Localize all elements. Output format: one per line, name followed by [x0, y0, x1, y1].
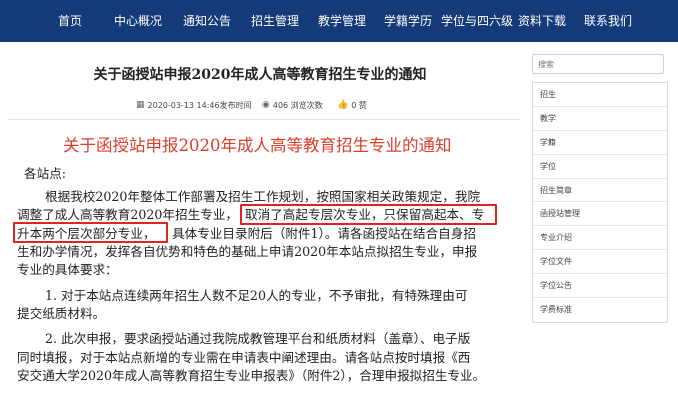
nav-item-center-overview[interactable]: 中心概况 [114, 0, 162, 42]
nav-item-notices[interactable]: 通知公告 [183, 0, 231, 42]
highlight-box [13, 222, 168, 243]
document-line: 同时填报，对于本站点新增的专业需在申请表中阐述理由。请各站点按时填报《西 [17, 350, 471, 365]
publish-date-text: 2020-03-13 14:46发布时间 [147, 100, 252, 110]
nav-item-teaching[interactable]: 教学管理 [318, 0, 366, 42]
sidebar-menu: 招生 教学 学籍 学位 招生简章 函授站管理 专业介绍 学位文件 学位公告 学费… [532, 82, 668, 323]
top-nav-bar: 首页 中心概况 通知公告 招生管理 教学管理 学籍学历 学位与四六级 资料下载 … [0, 0, 678, 42]
nav-item-student-status[interactable]: 学籍学历 [384, 0, 432, 42]
like-count[interactable]: 👍 0 赞 [337, 98, 367, 112]
nav-item-contact[interactable]: 联系我们 [584, 0, 632, 42]
document-line: 专业的具体要求： [17, 262, 118, 277]
nav-item-degree-cet[interactable]: 学位与四六级 [441, 0, 513, 42]
document-line: 具体专业目录附后（附件1）。请各函授站在结合自身招 [172, 226, 476, 241]
publish-date: ▦ 2020-03-13 14:46发布时间 [136, 98, 252, 112]
view-count: ◉ 406 浏览次数 [262, 98, 323, 112]
view-count-text: 406 浏览次数 [272, 100, 323, 110]
thumbs-up-icon[interactable]: 👍 [337, 100, 348, 110]
sidebar-item-degree-notices[interactable]: 学位公告 [533, 274, 667, 299]
document-line: 提交纸质材料。 [17, 306, 106, 321]
sidebar-item-admissions[interactable]: 招生 [533, 83, 667, 107]
document-line: 安交通大学2020年成人高等教育招生专业申报表》（附件2），合理申报拟招生专业。 [17, 368, 486, 383]
sidebar-item-tuition[interactable]: 学费标准 [533, 298, 667, 322]
document-line: 2. 此次申报，要求函授站通过我院成教管理平台和纸质材料（盖章）、电子版 [45, 331, 471, 346]
like-count-text: 0 赞 [351, 100, 367, 110]
document-line: 1. 对于本站点连续两年招生人数不足20人的专业，不予审批，有特殊理由可 [45, 288, 468, 303]
nav-item-home[interactable]: 首页 [58, 0, 82, 42]
sidebar-item-degree-documents[interactable]: 学位文件 [533, 250, 667, 275]
document-heading: 关于函授站申报2020年成人高等教育招生专业的通知 [63, 136, 452, 155]
highlight-box [240, 204, 497, 225]
nav-item-admissions[interactable]: 招生管理 [251, 0, 299, 42]
sidebar-item-station-management[interactable]: 函授站管理 [533, 202, 667, 227]
divider [8, 119, 520, 120]
article-title: 关于函授站申报2020年成人高等教育招生专业的通知 [93, 67, 427, 83]
sidebar-item-degree[interactable]: 学位 [533, 155, 667, 179]
calendar-icon: ▦ [136, 100, 145, 110]
sidebar-item-teaching[interactable]: 教学 [533, 107, 667, 131]
sidebar-item-major-intro[interactable]: 专业介绍 [533, 226, 667, 251]
nav-item-downloads[interactable]: 资料下载 [518, 0, 566, 42]
document-line: 生和办学情况，发挥各自优势和特色的基础上申请2020年本站点拟招生专业，申报 [17, 244, 478, 259]
sidebar-item-student-status[interactable]: 学籍 [533, 131, 667, 155]
search-input[interactable] [532, 54, 664, 74]
sidebar-item-admission-guide[interactable]: 招生简章 [533, 179, 667, 203]
document-salutation: 各站点: [24, 166, 67, 181]
eye-icon: ◉ [262, 100, 270, 110]
